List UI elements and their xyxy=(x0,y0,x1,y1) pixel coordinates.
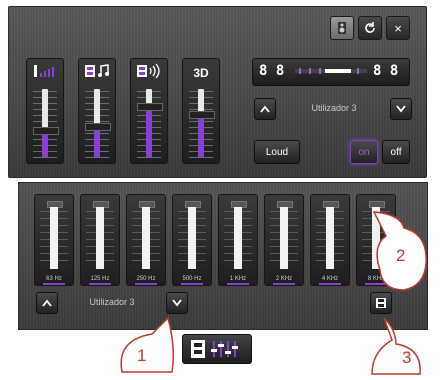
callout-3: 3 xyxy=(402,348,412,367)
callout-overlay xyxy=(120,211,427,375)
callout-2: 2 xyxy=(396,246,406,265)
callout-1: 1 xyxy=(137,346,147,365)
